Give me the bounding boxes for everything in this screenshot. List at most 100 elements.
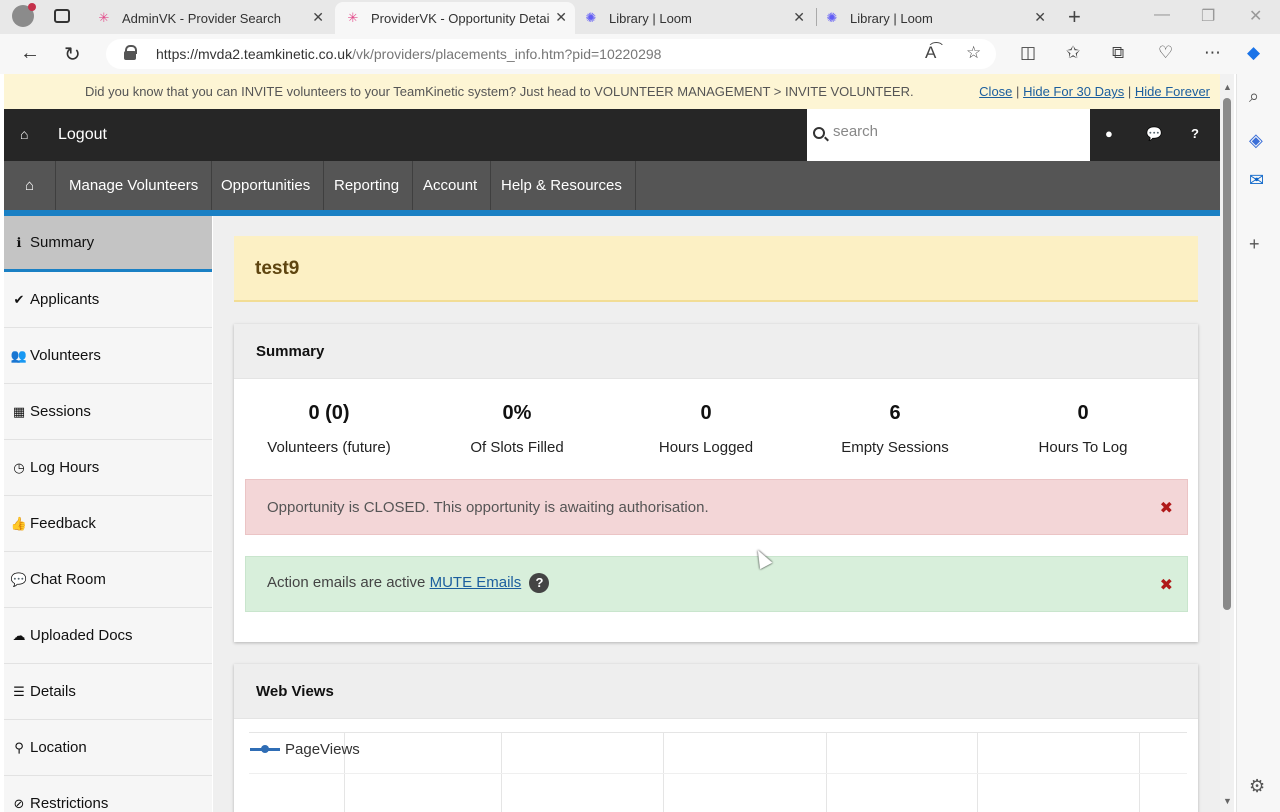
stat-label: Of Slots Filled	[470, 439, 564, 456]
separator: |	[1127, 84, 1132, 99]
search-icon	[813, 127, 825, 139]
page-title: test9	[255, 258, 300, 279]
notice-close-link[interactable]: Close	[979, 84, 1012, 99]
sidebar-item-details[interactable]: ☰ Details	[4, 664, 212, 720]
stat-value: 0 (0)	[308, 402, 350, 424]
scroll-down-arrow-icon[interactable]: ▼	[1223, 796, 1232, 806]
teamkinetic-favicon-icon: ✳	[347, 10, 359, 25]
main-navigation: ⌂ Manage Volunteers Opportunities Report…	[4, 161, 1220, 216]
nav-manage-volunteers[interactable]: Manage Volunteers	[56, 161, 213, 210]
settings-gear-icon[interactable]: ⚙	[1249, 776, 1265, 797]
teamkinetic-favicon-icon: ✳	[98, 10, 110, 25]
mute-emails-link[interactable]: MUTE Emails	[430, 574, 522, 591]
sidebar-item-label: Feedback	[30, 515, 96, 532]
favorite-star-icon[interactable]: ☆	[966, 43, 981, 63]
nav-account[interactable]: Account	[410, 161, 492, 210]
web-page: Did you know that you can INVITE volunte…	[0, 74, 1220, 812]
tab-separator	[816, 8, 817, 26]
home-icon[interactable]: ⌂	[20, 126, 28, 142]
close-window-icon[interactable]: ✕	[1249, 6, 1262, 26]
dismiss-alert-icon[interactable]: ✖	[1160, 575, 1173, 595]
info-icon: ℹ	[16, 234, 22, 250]
new-tab-icon[interactable]: +	[1068, 4, 1081, 30]
close-tab-icon[interactable]: ✕	[312, 9, 324, 26]
stat-label: Hours To Log	[1038, 439, 1128, 456]
sidebar-item-applicants[interactable]: ✔ Applicants	[4, 272, 212, 328]
closed-alert-text: Opportunity is CLOSED. This opportunity …	[267, 499, 709, 516]
browser-tab-loom-1[interactable]: ✺ Library | Loom ✕	[583, 2, 813, 34]
add-app-icon[interactable]: +	[1249, 234, 1260, 255]
chat-bubble-icon[interactable]: 💬	[1146, 126, 1162, 142]
emails-alert-content: Action emails are active MUTE Emails ?	[267, 573, 550, 593]
favorites-icon[interactable]: ✩	[1066, 43, 1080, 63]
help-question-icon[interactable]: ?	[529, 573, 550, 593]
sidebar-item-sessions[interactable]: ▦ Sessions	[4, 384, 212, 440]
tab-actions-icon[interactable]	[54, 9, 70, 23]
dismiss-alert-icon[interactable]: ✖	[1160, 498, 1173, 518]
sidebar-item-label: Chat Room	[30, 571, 106, 588]
sidebar-item-summary[interactable]: ℹ Summary	[4, 216, 212, 272]
thumbs-up-icon: 👍	[10, 515, 28, 531]
logout-link[interactable]: Logout	[58, 126, 107, 144]
browser-tab-adminvk[interactable]: ✳ AdminVK - Provider Search ✕	[96, 2, 332, 34]
help-question-icon[interactable]: ?	[1191, 126, 1199, 141]
sidebar-item-feedback[interactable]: 👍 Feedback	[4, 496, 212, 552]
nav-help-resources[interactable]: Help & Resources	[488, 161, 636, 210]
lock-icon[interactable]	[124, 45, 137, 60]
summary-panel-header: Summary	[234, 324, 1198, 379]
nav-reporting[interactable]: Reporting	[321, 161, 414, 210]
notice-actions: Close | Hide For 30 Days | Hide Forever	[979, 84, 1210, 99]
nav-opportunities[interactable]: Opportunities	[208, 161, 325, 210]
opportunity-title-bar: test9	[234, 236, 1198, 302]
minimize-icon[interactable]: —	[1154, 6, 1170, 24]
opportunity-sidebar: ℹ Summary ✔ Applicants 👥 Volunteers ▦ Sessio…	[4, 216, 212, 812]
search-input[interactable]	[833, 123, 1083, 140]
sidebar-item-uploaded-docs[interactable]: ☁ Uploaded Docs	[4, 608, 212, 664]
close-tab-icon[interactable]: ✕	[1034, 9, 1046, 26]
split-screen-icon[interactable]: ◫	[1020, 43, 1036, 63]
stat-value: 0	[1077, 402, 1089, 424]
tab-title: AdminVK - Provider Search	[122, 10, 281, 26]
check-icon: ✔	[13, 291, 25, 307]
loom-favicon-icon: ✺	[826, 10, 838, 25]
collections-icon[interactable]: ⧉	[1112, 43, 1124, 63]
browser-essentials-icon[interactable]: ♡	[1158, 43, 1173, 63]
address-bar[interactable]: https://mvda2.teamkinetic.co.uk/vk/provi…	[106, 39, 996, 69]
profile-avatar-icon[interactable]	[12, 3, 36, 27]
stat-slots-filled: 0% Of Slots Filled	[422, 402, 612, 456]
outlook-icon[interactable]: ✉	[1249, 170, 1264, 191]
scroll-up-arrow-icon[interactable]: ▲	[1223, 82, 1232, 92]
nav-home-icon[interactable]: ⌂	[4, 161, 56, 210]
stat-value: 0%	[502, 402, 532, 424]
close-tab-icon[interactable]: ✕	[793, 9, 805, 26]
back-arrow-icon[interactable]: ←	[20, 42, 40, 65]
sidebar-item-label: Restrictions	[30, 795, 109, 812]
page-scrollbar[interactable]: ▲ ▼	[1220, 74, 1234, 812]
copilot-icon[interactable]: ◆	[1247, 43, 1260, 63]
sidebar-item-label: Sessions	[30, 403, 91, 420]
user-icon[interactable]: ●	[1105, 126, 1113, 141]
url-text[interactable]: https://mvda2.teamkinetic.co.uk/vk/provi…	[156, 46, 661, 62]
chart-legend[interactable]: PageViews	[250, 741, 360, 758]
restore-icon[interactable]: ❐	[1201, 6, 1215, 26]
notice-hide-30-link[interactable]: Hide For 30 Days	[1023, 84, 1124, 99]
refresh-icon[interactable]: ↻	[64, 42, 81, 67]
search-icon[interactable]: ⌕	[1249, 86, 1259, 107]
notice-hide-forever-link[interactable]: Hide Forever	[1135, 84, 1210, 99]
sidebar-item-restrictions[interactable]: ⊘ Restrictions	[4, 776, 212, 812]
more-menu-icon[interactable]: ⋯	[1204, 43, 1221, 63]
sidebar-item-volunteers[interactable]: 👥 Volunteers	[4, 328, 212, 384]
read-aloud-icon[interactable]: A͡	[925, 43, 936, 63]
copilot-app-icon[interactable]: ◈	[1249, 130, 1263, 151]
summary-heading: Summary	[256, 343, 325, 360]
browser-tab-loom-2[interactable]: ✺ Library | Loom ✕	[824, 2, 1054, 34]
close-tab-icon[interactable]: ✕	[555, 9, 567, 26]
sidebar-item-log-hours[interactable]: ◷ Log Hours	[4, 440, 212, 496]
sidebar-item-chat-room[interactable]: 💬 Chat Room	[4, 552, 212, 608]
closed-alert: Opportunity is CLOSED. This opportunity …	[245, 479, 1188, 535]
search-box[interactable]	[807, 109, 1090, 161]
sidebar-item-location[interactable]: ⚲ Location	[4, 720, 212, 776]
browser-tab-providervk[interactable]: ✳ ProviderVK - Opportunity Detai ✕	[335, 2, 575, 34]
loom-favicon-icon: ✺	[585, 10, 597, 25]
scrollbar-thumb[interactable]	[1223, 98, 1231, 610]
